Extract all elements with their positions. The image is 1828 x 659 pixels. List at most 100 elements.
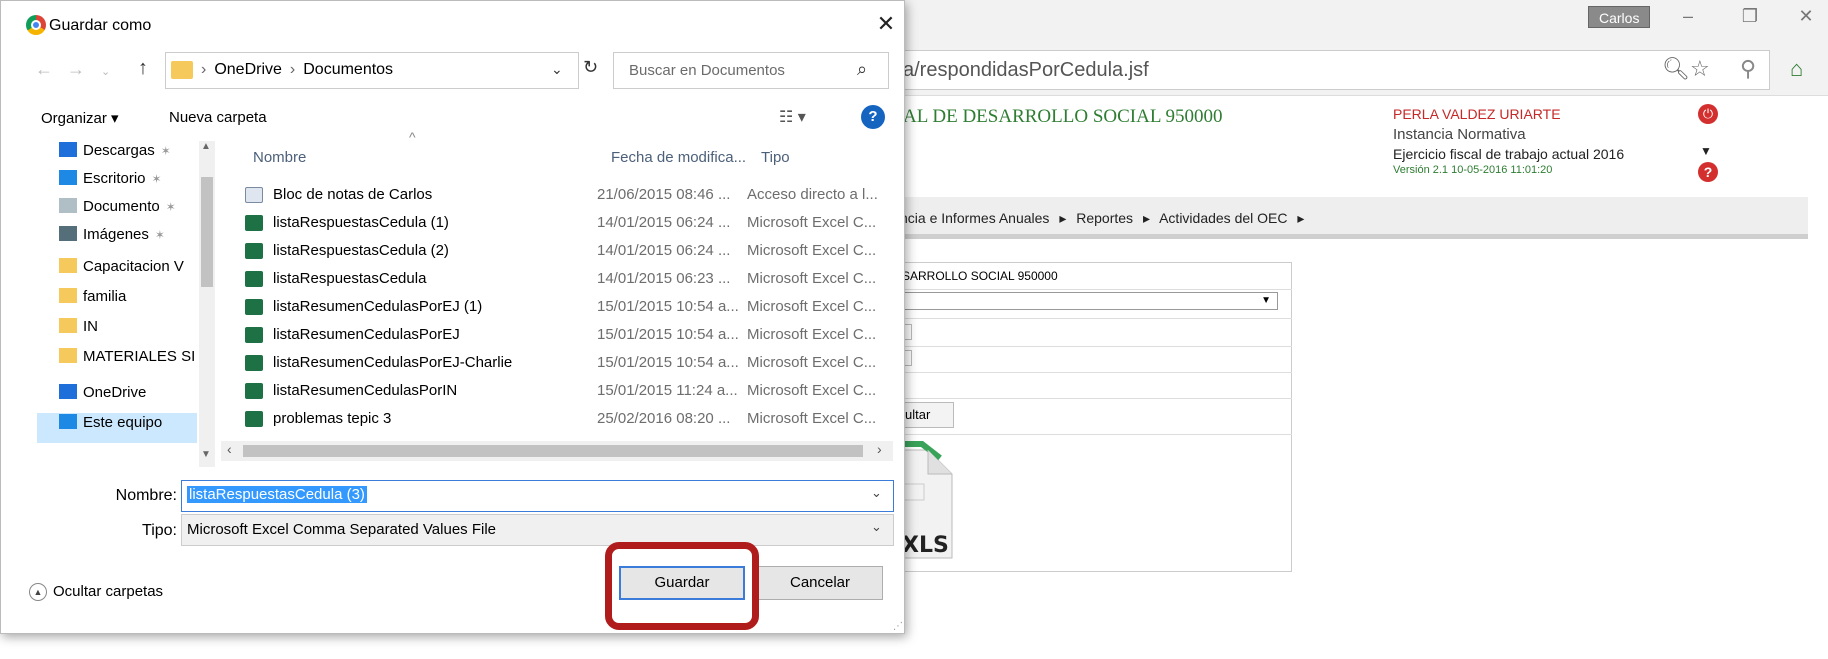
ocultar-carpetas-toggle[interactable]: ▲ Ocultar carpetas (27, 583, 164, 601)
nav-scroll-thumb[interactable] (201, 177, 213, 287)
nav-item[interactable]: Capacitacion V (37, 253, 197, 281)
nav-item[interactable]: Escritorio ✶ (37, 165, 197, 193)
nav-item[interactable]: OneDrive (37, 379, 197, 407)
menu-item-reportes[interactable]: Reportes (1076, 210, 1133, 226)
view-options-icon[interactable]: ☷ ▾ (779, 107, 806, 127)
highlight-annotation (605, 542, 759, 630)
caret-down-icon[interactable]: ▼ (1700, 144, 1712, 158)
filetype-value: Microsoft Excel Comma Separated Values F… (187, 521, 497, 538)
profile-badge[interactable]: Carlos (1588, 6, 1651, 28)
zoom-icon[interactable]: 🔍︎ (1662, 56, 1690, 82)
consultar-button[interactable]: ultar (902, 402, 954, 428)
restore-button[interactable]: ❐ (1730, 6, 1770, 27)
file-row[interactable]: listaResumenCedulasPorIN 15/01/2015 11:24… (241, 377, 896, 405)
scroll-down-icon[interactable]: ▼ (201, 449, 211, 460)
folder-icon (59, 198, 77, 213)
xls-file-icon[interactable]: XLS (900, 440, 960, 560)
nav-item[interactable]: IN (37, 313, 197, 341)
panel-title: SARROLLO SOCIAL 950000 (900, 262, 1292, 290)
file-date: 14/01/2015 06:23 ... (597, 270, 731, 287)
cancel-button[interactable]: Cancelar (757, 566, 883, 600)
nav-item[interactable]: Documento ✶ (37, 193, 197, 221)
folder-icon (59, 258, 77, 273)
file-type: Microsoft Excel C... (747, 298, 877, 315)
nav-item[interactable]: Descargas ✶ (37, 137, 197, 165)
menu-item-informes[interactable]: ncia e Informes Anuales (900, 210, 1049, 226)
up-arrow-icon[interactable]: ↑ (138, 57, 148, 80)
file-name: listaRespuestasCedula (2) (273, 242, 449, 259)
file-row[interactable]: listaRespuestasCedula 14/01/2015 06:23 ..… (241, 265, 896, 293)
excel-file-icon (245, 299, 263, 315)
breadcrumb-path: › OneDrive › Documentos (201, 61, 394, 78)
divider (900, 346, 1292, 347)
help-icon[interactable]: ? (861, 105, 885, 129)
filename-value[interactable]: listaRespuestasCedula (3) (187, 486, 367, 503)
h-scroll-thumb[interactable] (243, 445, 863, 457)
menu-item-actividades[interactable]: Actividades del OEC (1159, 210, 1287, 226)
file-row[interactable]: listaRespuestasCedula (1) 14/01/2015 06:2… (241, 209, 896, 237)
folder-icon (59, 348, 77, 363)
file-type: Microsoft Excel C... (747, 354, 877, 371)
file-row[interactable]: listaResumenCedulasPorEJ (1) 15/01/2015 1… (241, 293, 896, 321)
file-type: Acceso directo a l... (747, 186, 878, 203)
breadcrumb-onedrive[interactable]: OneDrive (214, 61, 282, 78)
file-date: 15/01/2015 10:54 a... (597, 354, 739, 371)
file-row[interactable]: listaResumenCedulasPorEJ 15/01/2015 10:54… (241, 321, 896, 349)
close-window-button[interactable]: ✕ (1786, 6, 1826, 27)
scroll-right-icon[interactable]: › (877, 441, 882, 457)
file-row[interactable]: listaResumenCedulasPorEJ-Charlie 15/01/20… (241, 349, 896, 377)
nav-item-label: IN (83, 318, 98, 335)
file-row[interactable]: listaRespuestasCedula (2) 14/01/2015 06:2… (241, 237, 896, 265)
chevron-down-icon[interactable]: ⌄ (871, 485, 882, 501)
file-type: Microsoft Excel C... (747, 382, 877, 399)
forward-arrow-icon[interactable]: → (67, 59, 85, 80)
scroll-left-icon[interactable]: ‹ (227, 441, 232, 457)
column-header-date[interactable]: Fecha de modifica... (611, 149, 746, 166)
folder-icon (59, 226, 77, 241)
file-type: Microsoft Excel C... (747, 270, 877, 287)
column-header-type[interactable]: Tipo (761, 149, 790, 166)
pin-icon: ✶ (160, 144, 171, 158)
resize-grip-icon[interactable]: ⋰ (893, 621, 903, 632)
organizar-menu[interactable]: Organizar ▾ (41, 109, 119, 127)
user-name: PERLA VALDEZ URIARTE (1393, 106, 1561, 122)
tipo-label: Tipo: (142, 522, 177, 539)
panel-select[interactable]: ▼ (900, 292, 1278, 310)
column-header-name[interactable]: Nombre (253, 149, 306, 166)
nav-item[interactable]: MATERIALES SI (37, 343, 197, 371)
address-bar[interactable]: a/respondidasPorCedula.jsf (900, 50, 1770, 90)
ocultar-label: Ocultar carpetas (53, 583, 164, 600)
nueva-carpeta-button[interactable]: Nueva carpeta (169, 109, 267, 126)
nav-item[interactable]: Este equipo (37, 409, 197, 437)
recent-dropdown-icon[interactable]: ⌄ (101, 65, 110, 78)
bookmark-star-icon[interactable]: ☆ (1690, 56, 1710, 82)
power-icon[interactable]: ⏻ (1698, 104, 1718, 124)
file-row[interactable]: problemas tepic 3 25/02/2016 08:20 ... Mic… (241, 405, 896, 433)
extension-icon[interactable]: ⚲ (1740, 56, 1756, 82)
save-as-dialog: Guardar como ✕ ← → ⌄ ↑ › OneDrive › Documen… (0, 0, 905, 634)
chevron-down-icon[interactable]: ⌄ (871, 519, 882, 535)
instancia-label: Instancia Normativa (1393, 126, 1526, 143)
divider (900, 398, 1292, 399)
scroll-up-icon[interactable]: ▲ (201, 141, 211, 152)
xls-label: XLS (902, 533, 949, 558)
excel-file-icon (245, 355, 263, 371)
breadcrumb-documentos[interactable]: Documentos (303, 61, 393, 78)
excel-file-icon (245, 411, 263, 427)
chevron-down-icon[interactable]: ⌄ (551, 61, 563, 78)
excel-file-icon (245, 327, 263, 343)
close-dialog-button[interactable]: ✕ (873, 11, 899, 37)
file-date: 14/01/2015 06:24 ... (597, 214, 731, 231)
file-row[interactable]: Bloc de notas de Carlos 21/06/2015 08:46 … (241, 181, 896, 209)
home-icon[interactable]: ⌂ (1790, 56, 1803, 82)
refresh-icon[interactable]: ↻ (583, 57, 598, 78)
nombre-label: Nombre: (115, 487, 177, 504)
minimize-button[interactable]: – (1668, 6, 1708, 27)
nav-item[interactable]: Imágenes ✶ (37, 221, 197, 249)
back-arrow-icon[interactable]: ← (35, 59, 53, 80)
version-label: Versión 2.1 10-05-2016 11:01:20 (1393, 164, 1553, 176)
help-icon-red[interactable]: ? (1698, 162, 1718, 182)
shortcut-icon (245, 187, 263, 203)
search-icon[interactable]: ⌕ (857, 59, 867, 80)
nav-item[interactable]: familia (37, 283, 197, 311)
